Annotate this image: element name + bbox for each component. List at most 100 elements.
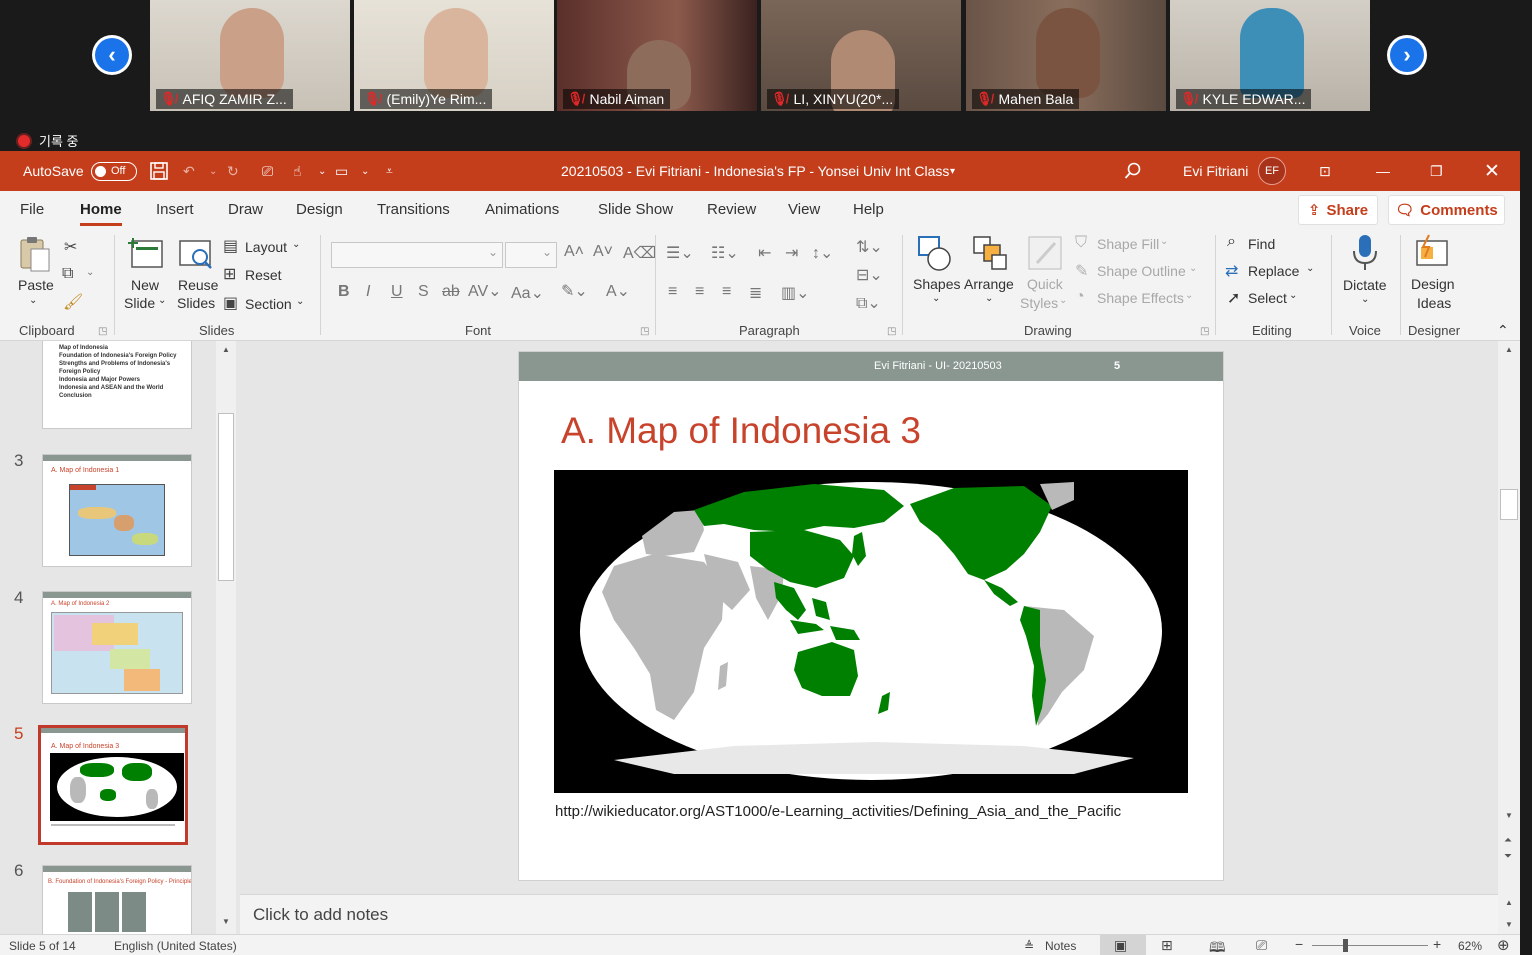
design-ideas-button[interactable]: Design	[1411, 276, 1455, 292]
section-icon[interactable]: ▣	[223, 293, 238, 313]
reuse-slides-icon[interactable]	[178, 237, 212, 271]
scroll-down-icon[interactable]: ▼	[222, 917, 230, 926]
new-slide-icon[interactable]	[128, 237, 163, 271]
notes-placeholder[interactable]: Click to add notes	[253, 905, 388, 925]
zoom-slider-handle[interactable]	[1343, 939, 1348, 952]
slide-show-icon[interactable]: ⎚	[1256, 937, 1267, 954]
undo-icon[interactable]: ↶	[183, 151, 195, 191]
scroll-down-icon[interactable]: ▼	[1505, 811, 1513, 820]
format-painter-icon[interactable]: 🖌︎	[63, 292, 83, 312]
next-participants-button[interactable]: ›	[1387, 35, 1427, 75]
source-url-text[interactable]: http://wikieducator.org/AST1000/e-Learni…	[555, 803, 1121, 820]
replace-icon[interactable]: ⇄	[1225, 261, 1238, 281]
align-right-icon[interactable]: ≡	[722, 283, 731, 301]
bullets-icon[interactable]: ☰⌄	[666, 243, 694, 263]
search-icon[interactable]	[1124, 151, 1142, 191]
scroll-down-icon[interactable]: ▼	[1505, 920, 1513, 929]
character-spacing-icon[interactable]: AV⌄	[468, 281, 502, 301]
slide-thumbnail-6[interactable]: B. Foundation of Indonesia's Foreign Pol…	[42, 865, 192, 934]
scroll-up-icon[interactable]: ▲	[1505, 345, 1513, 354]
slide-thumbnail-2[interactable]: Map of Indonesia Foundation of Indonesia…	[42, 341, 192, 429]
arrange-icon[interactable]	[972, 235, 1007, 270]
decrease-indent-icon[interactable]: ⇤	[758, 243, 771, 263]
participant-tile[interactable]: 🎙︎̸ Mahen Bala	[966, 0, 1166, 111]
slide-thumbnail-5[interactable]: A. Map of Indonesia 3	[38, 725, 188, 845]
customize-toolbar-icon[interactable]: ⩡	[386, 151, 393, 191]
participant-tile[interactable]: 🎙︎̸ KYLE EDWAR...	[1170, 0, 1370, 111]
slide-thumbnail-3[interactable]: A. Map of Indonesia 1	[42, 454, 192, 567]
zoom-slider[interactable]	[1312, 945, 1428, 946]
fit-to-window-icon[interactable]: ⊕	[1497, 936, 1510, 954]
dictate-button[interactable]: Dictate	[1343, 277, 1387, 293]
reading-view-icon[interactable]: 🕮︎	[1209, 937, 1226, 955]
zoom-out-icon[interactable]: −	[1295, 936, 1303, 952]
font-size-select[interactable]	[505, 242, 557, 268]
restore-icon[interactable]: ❐	[1430, 151, 1443, 191]
tab-draw[interactable]: Draw	[228, 201, 263, 218]
share-button[interactable]: ⇪ Share	[1298, 195, 1378, 225]
increase-font-icon[interactable]: A˄	[564, 243, 584, 261]
save-icon[interactable]	[149, 151, 169, 191]
tab-review[interactable]: Review	[707, 201, 756, 218]
notes-scrollbar[interactable]: ▲ ▼	[1498, 894, 1520, 934]
align-center-icon[interactable]: ≡	[695, 283, 704, 301]
tab-file[interactable]: File	[20, 201, 44, 218]
paste-button[interactable]: Paste	[18, 277, 54, 293]
shapes-dropdown-icon[interactable]: ⌄	[932, 293, 940, 304]
current-slide[interactable]: Evi Fitriani - UI- 20210503 5 A. Map of …	[518, 351, 1224, 881]
font-family-select[interactable]	[331, 242, 503, 268]
tab-help[interactable]: Help	[853, 201, 884, 218]
font-launcher-icon[interactable]: ◳	[640, 326, 649, 337]
tab-animations[interactable]: Animations	[485, 201, 559, 218]
design-ideas-label[interactable]: Ideas	[1417, 295, 1451, 311]
previous-participants-button[interactable]: ‹	[92, 35, 132, 75]
autosave-toggle[interactable]: Off	[91, 151, 137, 191]
underline-icon[interactable]: U	[391, 283, 403, 301]
decrease-font-icon[interactable]: A˅	[593, 243, 613, 261]
participant-tile[interactable]: 🎙︎̸ Nabil Aiman	[557, 0, 757, 111]
language-indicator[interactable]: English (United States)	[114, 939, 237, 953]
bold-icon[interactable]: B	[338, 283, 350, 301]
redo-icon[interactable]: ↻	[227, 151, 239, 191]
clear-formatting-icon[interactable]: A⌫	[623, 243, 656, 263]
tab-view[interactable]: View	[788, 201, 820, 218]
section-button[interactable]: Section	[245, 296, 292, 312]
highlight-color-icon[interactable]: ✎⌄	[561, 281, 588, 301]
ribbon-display-options-icon[interactable]: ⊡	[1319, 151, 1331, 191]
scroll-up-icon[interactable]: ▲	[222, 345, 230, 354]
dictate-dropdown-icon[interactable]: ⌄	[1361, 294, 1369, 305]
document-title[interactable]: 20210503 - Evi Fitriani - Indonesia's FP…	[561, 151, 949, 191]
select-dropdown-icon[interactable]: ⌄	[1289, 290, 1297, 301]
font-color-icon[interactable]: A⌄	[606, 281, 630, 301]
next-slide-icon[interactable]: ⏷	[1504, 851, 1512, 862]
shapes-button[interactable]: Shapes	[913, 276, 960, 292]
slide-sorter-icon[interactable]: ⊞	[1161, 937, 1173, 954]
user-name[interactable]: Evi Fitriani	[1183, 151, 1248, 191]
layout-button[interactable]: Layout	[245, 239, 287, 255]
italic-icon[interactable]: I	[366, 283, 370, 301]
arrange-dropdown-icon[interactable]: ⌄	[985, 293, 993, 304]
new-slide-button[interactable]: New	[131, 277, 159, 293]
arrange-button[interactable]: Arrange	[964, 276, 1014, 292]
slide-thumbnail-4[interactable]: A. Map of Indonesia 2	[42, 591, 192, 704]
slide-title[interactable]: A. Map of Indonesia 3	[561, 410, 921, 452]
paragraph-launcher-icon[interactable]: ◳	[887, 326, 896, 337]
clipboard-launcher-icon[interactable]: ◳	[98, 326, 107, 337]
tab-slide-show[interactable]: Slide Show	[598, 201, 673, 218]
cut-icon[interactable]: ✂	[64, 237, 77, 257]
copy-icon[interactable]: ⧉	[62, 265, 73, 283]
user-avatar[interactable]: EF	[1258, 151, 1286, 191]
paste-icon[interactable]	[18, 235, 52, 272]
paste-dropdown-icon[interactable]: ⌄	[29, 295, 37, 306]
align-left-icon[interactable]: ≡	[668, 283, 677, 301]
microphone-icon[interactable]	[1350, 233, 1384, 270]
reset-icon[interactable]: ⊞	[223, 264, 236, 284]
shapes-icon[interactable]	[917, 235, 951, 271]
copy-dropdown-icon[interactable]: ⌄	[86, 267, 94, 278]
align-text-icon[interactable]: ⊟⌄	[856, 265, 883, 285]
increase-indent-icon[interactable]: ⇥	[785, 243, 798, 263]
participant-tile[interactable]: 🎙︎̸ (Emily)Ye Rim...	[354, 0, 554, 111]
drawing-launcher-icon[interactable]: ◳	[1200, 326, 1209, 337]
slide-scrollbar[interactable]: ▲ ▼ ⏶ ⏷	[1498, 341, 1520, 894]
tab-transitions[interactable]: Transitions	[377, 201, 450, 218]
